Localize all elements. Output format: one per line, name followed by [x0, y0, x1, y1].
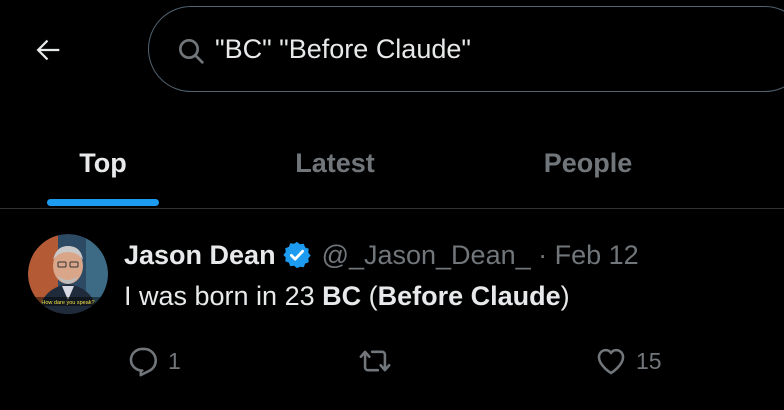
arrow-left-icon	[36, 39, 60, 61]
tweet-text: I was born in 23 BC (Before Claude)	[124, 281, 570, 312]
tab-latest[interactable]: Latest	[206, 118, 464, 208]
verified-badge-icon	[282, 241, 311, 269]
reply-count: 1	[168, 347, 181, 374]
tab-people[interactable]: People	[464, 118, 712, 208]
tweet[interactable]: How dare you speak? Jason Dean @_Jason_D…	[0, 209, 784, 410]
search-box[interactable]	[148, 6, 784, 92]
search-tabs: Top Latest People	[0, 118, 784, 208]
tweet-text-highlight: BC	[322, 281, 362, 311]
reply-button[interactable]: 1	[126, 341, 181, 381]
tweet-text-part: (	[361, 281, 378, 311]
tweet-date[interactable]: Feb 12	[555, 240, 639, 271]
tab-top[interactable]: Top	[0, 118, 206, 208]
back-button[interactable]	[28, 30, 68, 70]
like-button[interactable]: 15	[594, 341, 662, 381]
author-name[interactable]: Jason Dean	[124, 240, 276, 271]
tab-people-label: People	[543, 147, 633, 178]
active-tab-indicator	[47, 199, 159, 206]
retweet-icon	[359, 350, 391, 372]
retweet-button[interactable]	[358, 341, 400, 381]
tab-top-label: Top	[79, 147, 127, 178]
heart-icon	[597, 348, 625, 375]
reply-icon	[129, 347, 158, 377]
tab-latest-label: Latest	[295, 147, 375, 178]
tweet-text-highlight: Before Claude	[377, 281, 561, 311]
tweet-text-part: I was born in 23	[124, 281, 323, 311]
search-icon	[179, 39, 204, 64]
author-handle[interactable]: @_Jason_Dean_	[322, 240, 531, 271]
meta-separator: ·	[530, 239, 555, 270]
avatar[interactable]: How dare you speak?	[28, 234, 108, 314]
tweet-text-part: )	[560, 281, 570, 311]
tweet-header: Jason Dean @_Jason_Dean_ · Feb 12	[124, 237, 639, 273]
search-input[interactable]	[215, 29, 775, 69]
avatar-caption: How dare you speak?	[41, 300, 94, 306]
like-count: 15	[636, 347, 662, 374]
